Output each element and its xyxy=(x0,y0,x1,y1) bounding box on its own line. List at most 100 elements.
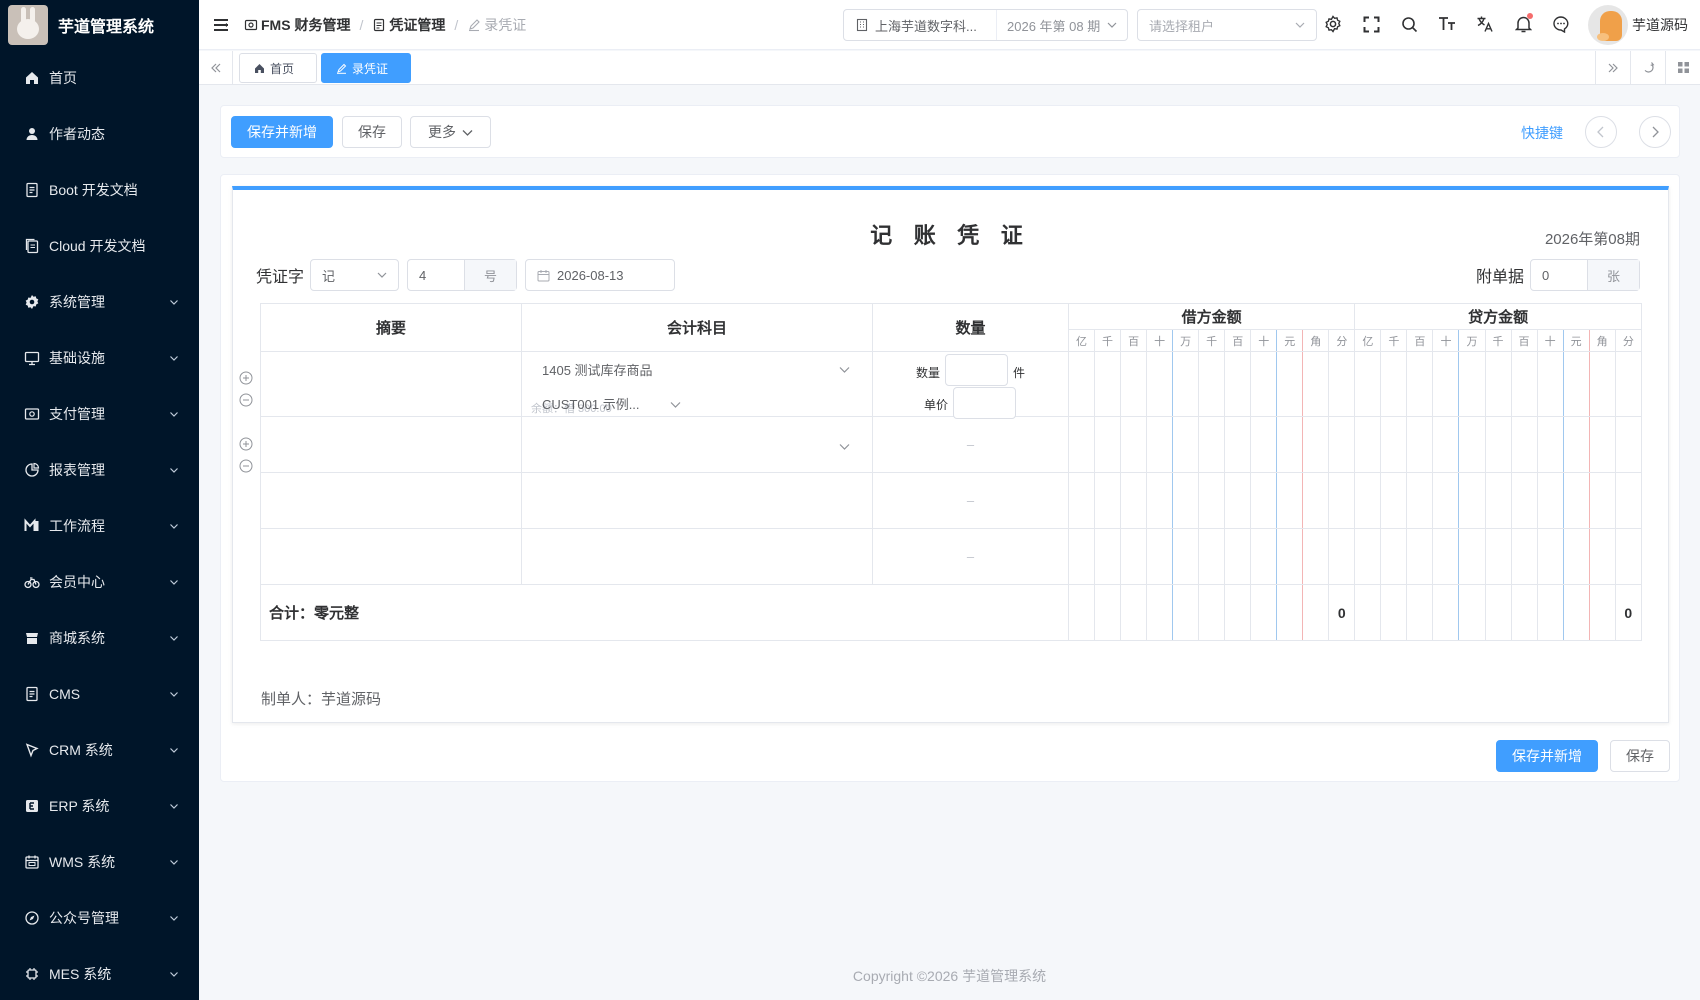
credit-amount-cell[interactable] xyxy=(1588,584,1616,641)
account-cell[interactable] xyxy=(521,528,873,585)
debit-amount-cell[interactable] xyxy=(1250,416,1278,473)
price-input[interactable] xyxy=(953,387,1016,419)
save-button[interactable]: 保存 xyxy=(342,116,402,148)
bottom-save-button[interactable]: 保存 xyxy=(1610,740,1670,772)
debit-amount-cell[interactable] xyxy=(1328,472,1356,529)
credit-amount-cell[interactable] xyxy=(1458,416,1486,473)
credit-amount-cell[interactable] xyxy=(1432,351,1460,417)
summary-cell[interactable] xyxy=(260,528,522,585)
credit-amount-cell[interactable] xyxy=(1380,351,1408,417)
shortcut-link[interactable]: 快捷键 xyxy=(1521,123,1563,143)
debit-amount-cell[interactable] xyxy=(1094,472,1122,529)
credit-amount-cell[interactable] xyxy=(1354,472,1382,529)
credit-amount-cell[interactable] xyxy=(1510,584,1538,641)
credit-amount-cell[interactable] xyxy=(1562,416,1590,473)
debit-amount-cell[interactable] xyxy=(1302,351,1330,417)
debit-amount-cell[interactable] xyxy=(1172,416,1200,473)
debit-amount-cell[interactable] xyxy=(1302,416,1330,473)
summary-cell[interactable] xyxy=(260,472,522,529)
credit-amount-cell[interactable] xyxy=(1614,351,1643,417)
sidebar-item-8[interactable]: 工作流程 xyxy=(0,498,199,554)
debit-amount-cell[interactable] xyxy=(1067,351,1096,417)
credit-amount-cell[interactable] xyxy=(1458,528,1486,585)
debit-amount-cell[interactable] xyxy=(1146,416,1174,473)
credit-amount-cell[interactable] xyxy=(1354,528,1382,585)
sidebar-item-0[interactable]: 首页 xyxy=(0,50,199,106)
credit-amount-cell[interactable] xyxy=(1484,528,1512,585)
sidebar-item-6[interactable]: 支付管理 xyxy=(0,386,199,442)
credit-amount-cell[interactable] xyxy=(1536,584,1564,641)
debit-amount-cell[interactable] xyxy=(1120,528,1148,585)
bottom-save-new-button[interactable]: 保存并新增 xyxy=(1496,740,1598,772)
credit-amount-cell[interactable] xyxy=(1510,472,1538,529)
debit-amount-cell[interactable] xyxy=(1094,351,1122,417)
more-dropdown[interactable]: 更多 xyxy=(410,116,491,148)
debit-amount-cell[interactable] xyxy=(1172,528,1200,585)
refresh-button[interactable] xyxy=(1630,51,1665,84)
debit-amount-cell[interactable] xyxy=(1120,584,1148,641)
credit-amount-cell[interactable] xyxy=(1380,416,1408,473)
debit-amount-cell[interactable] xyxy=(1120,472,1148,529)
credit-amount-cell[interactable] xyxy=(1510,528,1538,585)
remove-row-icon[interactable] xyxy=(239,459,255,475)
credit-amount-cell[interactable] xyxy=(1588,351,1616,417)
tenant-select[interactable]: 请选择租户 xyxy=(1137,9,1317,41)
debit-amount-cell[interactable] xyxy=(1302,584,1330,641)
sidebar-item-14[interactable]: WMS 系统 xyxy=(0,834,199,890)
chevron-down-icon[interactable] xyxy=(839,439,850,455)
credit-amount-cell[interactable] xyxy=(1458,351,1486,417)
credit-amount-cell[interactable] xyxy=(1510,351,1538,417)
credit-amount-cell[interactable] xyxy=(1614,528,1643,585)
search-icon[interactable] xyxy=(1399,14,1419,34)
chevron-down-icon[interactable] xyxy=(839,362,850,378)
credit-amount-cell[interactable] xyxy=(1458,472,1486,529)
credit-amount-cell[interactable] xyxy=(1536,472,1564,529)
attach-input[interactable]: 0 张 xyxy=(1530,259,1640,291)
account-cell[interactable]: 1405 测试库存商品 余额：借 300.00 CUST001 示例... xyxy=(521,351,873,417)
credit-amount-cell[interactable] xyxy=(1380,528,1408,585)
debit-amount-cell[interactable] xyxy=(1120,351,1148,417)
credit-amount-cell[interactable] xyxy=(1406,351,1434,417)
sidebar-item-16[interactable]: MES 系统 xyxy=(0,946,199,1000)
debit-amount-cell[interactable] xyxy=(1094,416,1122,473)
debit-amount-cell[interactable] xyxy=(1198,528,1226,585)
credit-amount-cell[interactable] xyxy=(1406,472,1434,529)
summary-cell[interactable] xyxy=(260,416,522,473)
fullscreen-icon[interactable] xyxy=(1361,14,1381,34)
credit-amount-cell[interactable] xyxy=(1536,528,1564,585)
debit-amount-cell[interactable] xyxy=(1172,472,1200,529)
breadcrumb-fms[interactable]: FMS 财务管理 xyxy=(244,15,350,35)
sidebar-item-10[interactable]: 商城系统 xyxy=(0,610,199,666)
translate-icon[interactable] xyxy=(1475,14,1495,34)
sidebar-item-4[interactable]: 系统管理 xyxy=(0,274,199,330)
credit-amount-cell[interactable] xyxy=(1432,416,1460,473)
tag-current[interactable]: 录凭证 xyxy=(321,53,411,83)
chat-icon[interactable] xyxy=(1551,14,1571,34)
quantity-cell[interactable]: – xyxy=(872,416,1069,473)
credit-amount-cell[interactable] xyxy=(1588,416,1616,473)
quantity-cell[interactable]: 数量 件单价 xyxy=(872,351,1069,419)
account-cell[interactable] xyxy=(521,416,873,473)
debit-amount-cell[interactable] xyxy=(1067,584,1096,641)
tags-scroll-right[interactable] xyxy=(1595,51,1630,84)
credit-amount-cell[interactable] xyxy=(1380,472,1408,529)
bell-icon[interactable] xyxy=(1513,13,1533,34)
credit-amount-cell[interactable] xyxy=(1510,416,1538,473)
credit-amount-cell[interactable] xyxy=(1432,472,1460,529)
sidebar-item-2[interactable]: Boot 开发文档 xyxy=(0,162,199,218)
credit-amount-cell[interactable] xyxy=(1562,472,1590,529)
logo[interactable]: 芋道管理系统 xyxy=(0,0,199,50)
remove-row-icon[interactable] xyxy=(239,393,255,409)
quantity-cell[interactable]: – xyxy=(872,472,1069,529)
debit-amount-cell[interactable] xyxy=(1146,351,1174,417)
credit-amount-cell[interactable] xyxy=(1406,528,1434,585)
sidebar-item-5[interactable]: 基础设施 xyxy=(0,330,199,386)
debit-amount-cell[interactable] xyxy=(1302,472,1330,529)
voucher-date-picker[interactable]: 2026-08-13 xyxy=(525,259,676,291)
credit-amount-cell[interactable] xyxy=(1458,584,1486,641)
debit-amount-cell[interactable] xyxy=(1146,528,1174,585)
debit-amount-cell[interactable] xyxy=(1198,584,1226,641)
debit-amount-cell[interactable] xyxy=(1276,351,1304,417)
debit-amount-cell[interactable] xyxy=(1120,416,1148,473)
credit-amount-cell[interactable] xyxy=(1354,351,1382,417)
